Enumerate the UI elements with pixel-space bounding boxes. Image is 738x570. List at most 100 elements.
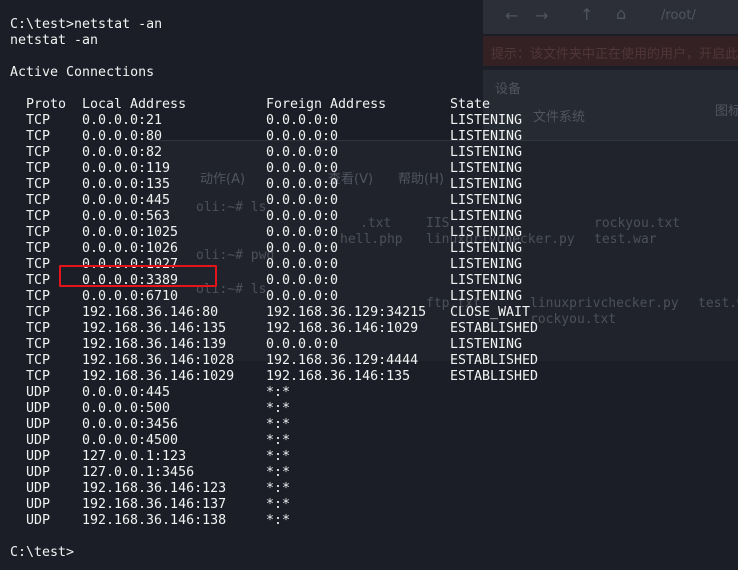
cell-proto: TCP bbox=[26, 305, 51, 320]
cell-local-address: 192.168.36.146:1028 bbox=[82, 353, 235, 368]
cell-proto: TCP bbox=[26, 337, 51, 352]
cell-proto: TCP bbox=[26, 257, 51, 272]
cell-proto: TCP bbox=[26, 129, 51, 144]
cell-state: LISTENING bbox=[450, 193, 523, 208]
cell-foreign-address: *:* bbox=[266, 465, 291, 480]
cell-proto: TCP bbox=[26, 113, 51, 128]
command-line: C:\test>netstat -an bbox=[10, 17, 163, 32]
cell-proto: UDP bbox=[26, 417, 51, 432]
cell-foreign-address: 0.0.0.0:0 bbox=[266, 273, 339, 288]
cell-proto: UDP bbox=[26, 465, 51, 480]
cell-proto: UDP bbox=[26, 401, 51, 416]
cell-local-address: 0.0.0.0:6710 bbox=[82, 289, 179, 304]
cell-local-address: 0.0.0.0:80 bbox=[82, 129, 163, 144]
cell-state: LISTENING bbox=[450, 177, 523, 192]
cell-proto: UDP bbox=[26, 433, 51, 448]
cell-foreign-address: 192.168.36.129:34215 bbox=[266, 305, 427, 320]
cell-state: LISTENING bbox=[450, 337, 523, 352]
cell-local-address: 0.0.0.0:135 bbox=[82, 177, 171, 192]
cell-foreign-address: *:* bbox=[266, 449, 291, 464]
cell-state: LISTENING bbox=[450, 257, 523, 272]
cell-local-address: 192.168.36.146:139 bbox=[82, 337, 227, 352]
cell-state: ESTABLISHED bbox=[450, 353, 539, 368]
cell-local-address: 0.0.0.0:4500 bbox=[82, 433, 179, 448]
column-header-local-address: Local Address bbox=[82, 97, 187, 112]
cell-proto: UDP bbox=[26, 449, 51, 464]
cell-local-address: 192.168.36.146:123 bbox=[82, 481, 227, 496]
cell-local-address: 0.0.0.0:3456 bbox=[82, 417, 179, 432]
cell-foreign-address: *:* bbox=[266, 497, 291, 512]
cell-foreign-address: 0.0.0.0:0 bbox=[266, 129, 339, 144]
cell-local-address: 0.0.0.0:563 bbox=[82, 209, 171, 224]
cmd-terminal[interactable]: C:\test>netstat -an netstat -an Active C… bbox=[0, 0, 738, 570]
cell-foreign-address: 0.0.0.0:0 bbox=[266, 209, 339, 224]
cell-foreign-address: *:* bbox=[266, 401, 291, 416]
cell-proto: TCP bbox=[26, 193, 51, 208]
cell-local-address: 192.168.36.146:138 bbox=[82, 513, 227, 528]
cell-state: LISTENING bbox=[450, 113, 523, 128]
final-prompt[interactable]: C:\test> bbox=[10, 545, 74, 561]
cell-proto: TCP bbox=[26, 353, 51, 368]
cell-proto: TCP bbox=[26, 177, 51, 192]
cell-proto: TCP bbox=[26, 273, 51, 288]
cell-local-address: 0.0.0.0:82 bbox=[82, 145, 163, 160]
column-header-foreign-address: Foreign Address bbox=[266, 97, 387, 112]
cell-foreign-address: 192.168.36.146:1029 bbox=[266, 321, 419, 336]
cell-proto: TCP bbox=[26, 209, 51, 224]
cell-foreign-address: 0.0.0.0:0 bbox=[266, 289, 339, 304]
cell-local-address: 192.168.36.146:1029 bbox=[82, 369, 235, 384]
cell-foreign-address: 192.168.36.129:4444 bbox=[266, 353, 419, 368]
cell-local-address: 127.0.0.1:3456 bbox=[82, 465, 195, 480]
cell-foreign-address: 192.168.36.146:135 bbox=[266, 369, 411, 384]
cell-foreign-address: 0.0.0.0:0 bbox=[266, 145, 339, 160]
highlight-box-port-3389 bbox=[59, 265, 217, 287]
cell-local-address: 0.0.0.0:1025 bbox=[82, 225, 179, 240]
section-title: Active Connections bbox=[10, 65, 155, 80]
cell-proto: TCP bbox=[26, 369, 51, 384]
cell-state: LISTENING bbox=[450, 241, 523, 256]
cell-local-address: 0.0.0.0:445 bbox=[82, 385, 171, 400]
column-header-proto: Proto bbox=[26, 97, 67, 112]
cell-state: ESTABLISHED bbox=[450, 321, 539, 336]
cell-state: LISTENING bbox=[450, 145, 523, 160]
cell-foreign-address: 0.0.0.0:0 bbox=[266, 241, 339, 256]
cell-foreign-address: 0.0.0.0:0 bbox=[266, 193, 339, 208]
cell-foreign-address: *:* bbox=[266, 513, 291, 528]
cell-local-address: 0.0.0.0:119 bbox=[82, 161, 171, 176]
cell-foreign-address: *:* bbox=[266, 417, 291, 432]
cell-foreign-address: *:* bbox=[266, 481, 291, 496]
cell-local-address: 192.168.36.146:135 bbox=[82, 321, 227, 336]
cell-local-address: 192.168.36.146:137 bbox=[82, 497, 227, 512]
cell-local-address: 0.0.0.0:500 bbox=[82, 401, 171, 416]
cell-state: LISTENING bbox=[450, 225, 523, 240]
cell-proto: TCP bbox=[26, 145, 51, 160]
cell-foreign-address: 0.0.0.0:0 bbox=[266, 225, 339, 240]
cell-foreign-address: 0.0.0.0:0 bbox=[266, 161, 339, 176]
cell-proto: UDP bbox=[26, 497, 51, 512]
cell-local-address: 0.0.0.0:1026 bbox=[82, 241, 179, 256]
cell-state: LISTENING bbox=[450, 273, 523, 288]
cell-local-address: 192.168.36.146:80 bbox=[82, 305, 219, 320]
cell-proto: UDP bbox=[26, 385, 51, 400]
cell-state: CLOSE_WAIT bbox=[450, 305, 531, 320]
cell-state: ESTABLISHED bbox=[450, 369, 539, 384]
cell-local-address: 127.0.0.1:123 bbox=[82, 449, 187, 464]
cell-proto: TCP bbox=[26, 241, 51, 256]
cell-foreign-address: *:* bbox=[266, 385, 291, 400]
cell-foreign-address: *:* bbox=[266, 433, 291, 448]
cell-proto: TCP bbox=[26, 161, 51, 176]
cell-proto: TCP bbox=[26, 289, 51, 304]
cell-state: LISTENING bbox=[450, 161, 523, 176]
cell-foreign-address: 0.0.0.0:0 bbox=[266, 113, 339, 128]
column-header-state: State bbox=[450, 97, 491, 112]
cell-proto: UDP bbox=[26, 481, 51, 496]
cell-state: LISTENING bbox=[450, 209, 523, 224]
cell-proto: UDP bbox=[26, 513, 51, 528]
cell-local-address: 0.0.0.0:21 bbox=[82, 113, 163, 128]
cell-proto: TCP bbox=[26, 225, 51, 240]
cell-foreign-address: 0.0.0.0:0 bbox=[266, 257, 339, 272]
cell-proto: TCP bbox=[26, 321, 51, 336]
cell-state: LISTENING bbox=[450, 289, 523, 304]
cell-state: LISTENING bbox=[450, 129, 523, 144]
cell-local-address: 0.0.0.0:445 bbox=[82, 193, 171, 208]
